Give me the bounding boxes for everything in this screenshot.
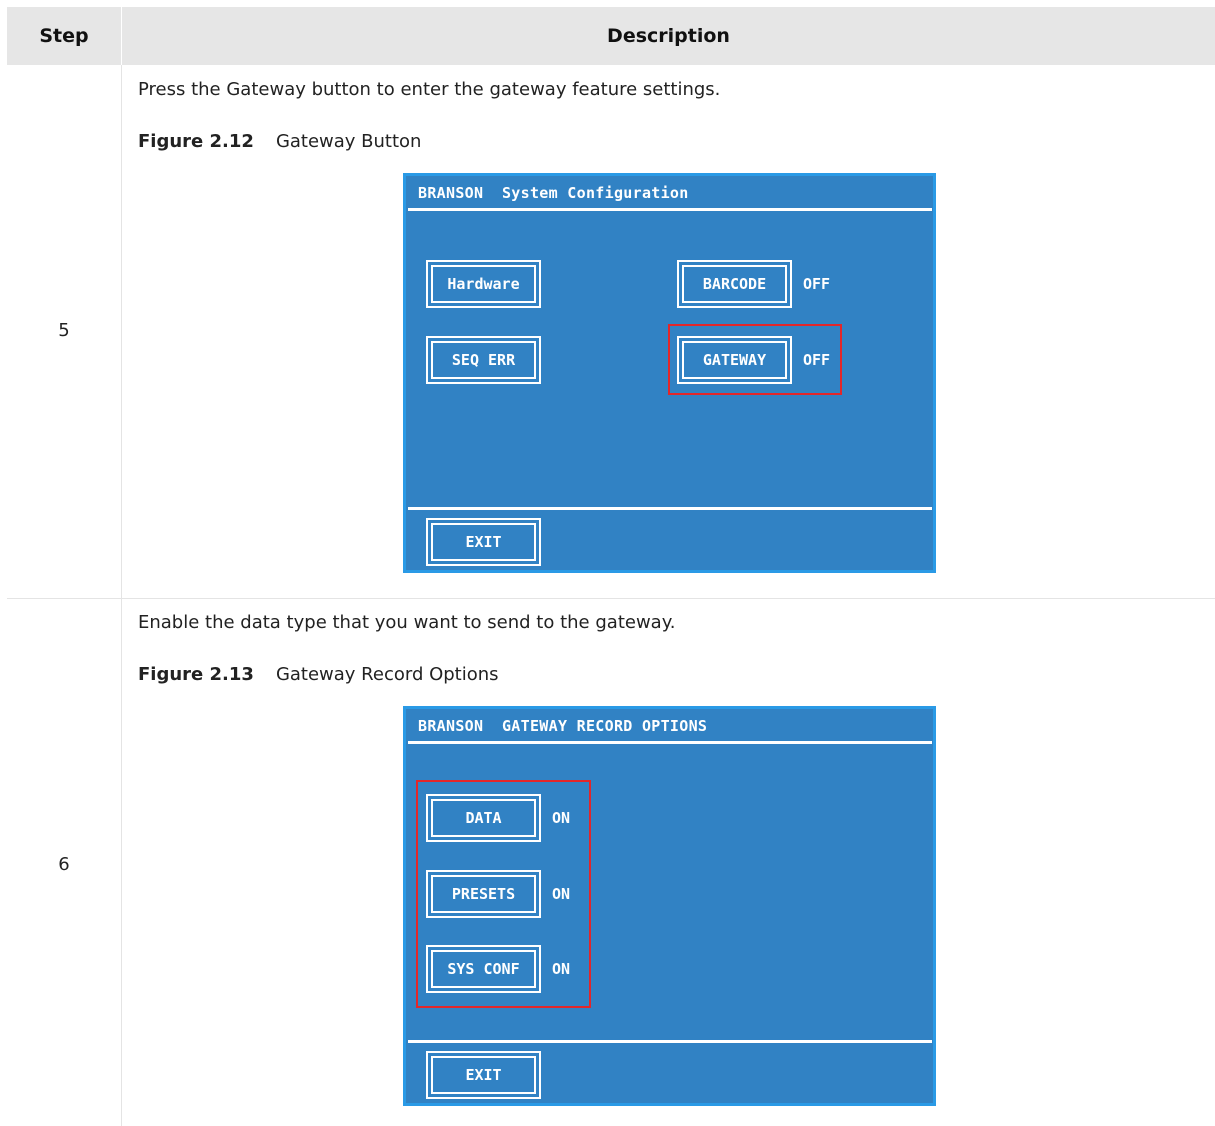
- exit-button[interactable]: EXIT: [426, 518, 541, 566]
- barcode-button[interactable]: BARCODE: [677, 260, 792, 308]
- screen-footer-rule: [408, 507, 932, 510]
- screen-footer-rule: [408, 1040, 932, 1043]
- step-instruction: Press the Gateway button to enter the ga…: [138, 79, 721, 100]
- header-description: Description: [607, 25, 730, 47]
- figure-caption: Figure 2.12 Gateway Button: [138, 131, 421, 152]
- exit-button[interactable]: EXIT: [426, 1051, 541, 1099]
- figure-label: Figure 2.13: [138, 664, 254, 685]
- gateway-highlight-box: [668, 324, 842, 395]
- gateway-record-options-screen: BRANSON GATEWAY RECORD OPTIONS DATA ON P…: [403, 706, 936, 1106]
- figure-title: Gateway Record Options: [275, 664, 499, 685]
- hardware-button[interactable]: Hardware: [426, 260, 541, 308]
- header-step: Step: [39, 25, 89, 47]
- seq-err-button[interactable]: SEQ ERR: [426, 336, 541, 384]
- system-configuration-screen: BRANSON System Configuration Hardware BA…: [403, 173, 936, 573]
- screen-title: BRANSON GATEWAY RECORD OPTIONS: [418, 717, 708, 735]
- table-header: Step Description: [7, 7, 1215, 65]
- screen-title-rule: [408, 208, 932, 211]
- column-divider: [121, 65, 122, 1126]
- step-number: 5: [58, 320, 70, 341]
- figure-title: Gateway Button: [275, 131, 422, 152]
- barcode-status: OFF: [803, 275, 831, 293]
- figure-caption: Figure 2.13 Gateway Record Options: [138, 664, 499, 685]
- screen-title: BRANSON System Configuration: [418, 184, 689, 202]
- step-number: 6: [58, 854, 70, 875]
- record-options-highlight-box: [416, 780, 591, 1008]
- step-instruction: Enable the data type that you want to se…: [138, 612, 676, 633]
- figure-label: Figure 2.12: [138, 131, 254, 152]
- screen-title-rule: [408, 741, 932, 744]
- row-divider: [7, 598, 1215, 599]
